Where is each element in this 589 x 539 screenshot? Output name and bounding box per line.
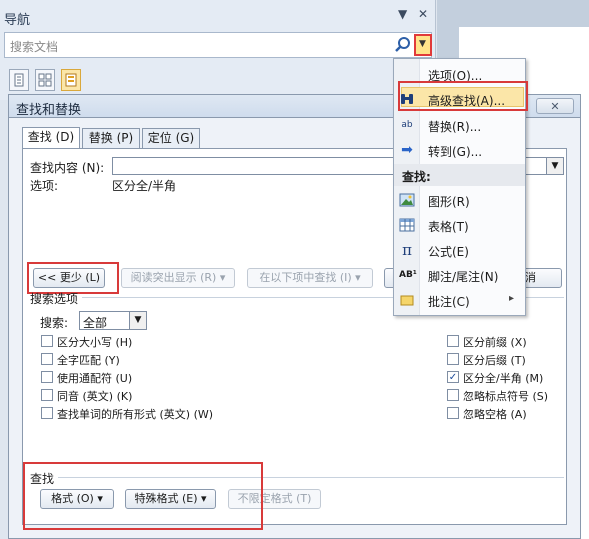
search-options-dropdown-button[interactable]: ▼ bbox=[414, 34, 432, 56]
nav-search-input[interactable]: 搜索文档 bbox=[4, 32, 432, 58]
replace-icon: ab bbox=[401, 120, 413, 130]
option-label: 查找单词的所有形式 (英文) (W) bbox=[57, 408, 214, 421]
option-checkbox[interactable] bbox=[41, 335, 53, 347]
chevron-down-icon: ▼ bbox=[419, 39, 426, 49]
results-view-icon[interactable] bbox=[61, 69, 81, 91]
chevron-down-icon: ▼ bbox=[129, 312, 146, 329]
reading-highlight-button[interactable]: 阅读突出显示 (R) ▾ bbox=[121, 268, 235, 288]
option-checkbox[interactable] bbox=[41, 371, 53, 383]
option-checkbox[interactable] bbox=[447, 353, 459, 365]
menu-item-label: 表格(T) bbox=[428, 220, 469, 234]
find-section-highlight bbox=[23, 462, 263, 530]
option-checkbox[interactable] bbox=[447, 389, 459, 401]
options-label: 选项: bbox=[30, 179, 59, 193]
image-icon bbox=[399, 192, 415, 208]
menu-item-label: 图形(R) bbox=[428, 195, 470, 209]
advanced-find-highlight bbox=[398, 81, 528, 111]
option-label: 忽略标点符号 (S) bbox=[463, 390, 549, 403]
option-label: 区分全/半角 (M) bbox=[463, 372, 544, 385]
menu-item-label: 公式(E) bbox=[428, 245, 469, 259]
nav-title: 导航 bbox=[4, 13, 31, 28]
menu-item-goto[interactable]: ➡ 转到(G)... bbox=[394, 138, 525, 162]
pages-view-icon[interactable] bbox=[35, 69, 55, 91]
search-options-title: 搜索选项 bbox=[30, 292, 79, 306]
tab-replace[interactable]: 替换 (P) bbox=[82, 128, 140, 148]
option-checkbox[interactable]: ✓ bbox=[447, 371, 459, 383]
table-icon bbox=[399, 217, 415, 233]
find-what-label: 查找内容 (N): bbox=[30, 161, 105, 175]
dialog-title: 查找和替换 bbox=[16, 103, 82, 118]
tab-goto[interactable]: 定位 (G) bbox=[142, 128, 200, 148]
find-in-button[interactable]: 在以下项中查找 (I) ▾ bbox=[247, 268, 373, 288]
arrow-right-icon: ➡ bbox=[401, 142, 413, 158]
nav-close-icon[interactable]: ✕ bbox=[418, 7, 428, 21]
menu-item-replace[interactable]: ab 替换(R)... bbox=[394, 113, 525, 137]
option-checkbox[interactable] bbox=[447, 407, 459, 419]
menu-item-equations[interactable]: π 公式(E) bbox=[394, 238, 525, 262]
option-label: 区分前缀 (X) bbox=[463, 336, 527, 349]
option-label: 忽略空格 (A) bbox=[463, 408, 527, 421]
headings-view-icon[interactable] bbox=[9, 69, 29, 91]
option-label: 全字匹配 (Y) bbox=[57, 354, 120, 367]
option-checkbox[interactable] bbox=[41, 353, 53, 365]
menu-item-label: 替换(R)... bbox=[428, 120, 482, 134]
search-icon[interactable] bbox=[394, 36, 412, 54]
search-direction-value: 全部 bbox=[83, 316, 108, 330]
option-label: 区分后缀 (T) bbox=[463, 354, 526, 367]
menu-item-footnotes[interactable]: AB¹ 脚注/尾注(N) bbox=[394, 263, 525, 287]
nav-menu-icon[interactable]: ▼ bbox=[398, 7, 407, 21]
search-direction-select[interactable]: 全部 ▼ bbox=[79, 311, 147, 330]
menu-item-comments[interactable]: 批注(C) ▸ bbox=[394, 288, 525, 312]
footnote-icon: AB¹ bbox=[399, 270, 417, 280]
pi-icon: π bbox=[402, 241, 412, 259]
menu-find-header: 查找: bbox=[394, 164, 525, 186]
menu-item-graphics[interactable]: 图形(R) bbox=[394, 188, 525, 212]
menu-item-label: 批注(C) bbox=[428, 295, 470, 309]
menu-find-header-label: 查找: bbox=[402, 170, 431, 184]
menu-item-tables[interactable]: 表格(T) bbox=[394, 213, 525, 237]
comment-icon bbox=[399, 292, 415, 308]
option-label: 区分大小写 (H) bbox=[57, 336, 133, 349]
search-direction-label: 搜索: bbox=[40, 316, 69, 330]
tab-find[interactable]: 查找 (D) bbox=[22, 127, 80, 149]
dialog-close-icon[interactable]: ✕ bbox=[536, 98, 574, 114]
options-value: 区分全/半角 bbox=[112, 179, 177, 193]
option-checkbox[interactable] bbox=[41, 407, 53, 419]
nav-search-placeholder: 搜索文档 bbox=[10, 40, 59, 54]
find-history-dropdown-icon[interactable]: ▼ bbox=[546, 158, 563, 174]
submenu-arrow-icon: ▸ bbox=[509, 293, 515, 304]
menu-item-label: 转到(G)... bbox=[428, 145, 483, 159]
menu-item-label: 脚注/尾注(N) bbox=[428, 270, 499, 284]
option-label: 使用通配符 (U) bbox=[57, 372, 133, 385]
option-checkbox[interactable] bbox=[447, 335, 459, 347]
option-label: 同音 (英文) (K) bbox=[57, 390, 133, 403]
cancel-button[interactable]: 消 bbox=[520, 268, 562, 288]
option-checkbox[interactable] bbox=[41, 389, 53, 401]
